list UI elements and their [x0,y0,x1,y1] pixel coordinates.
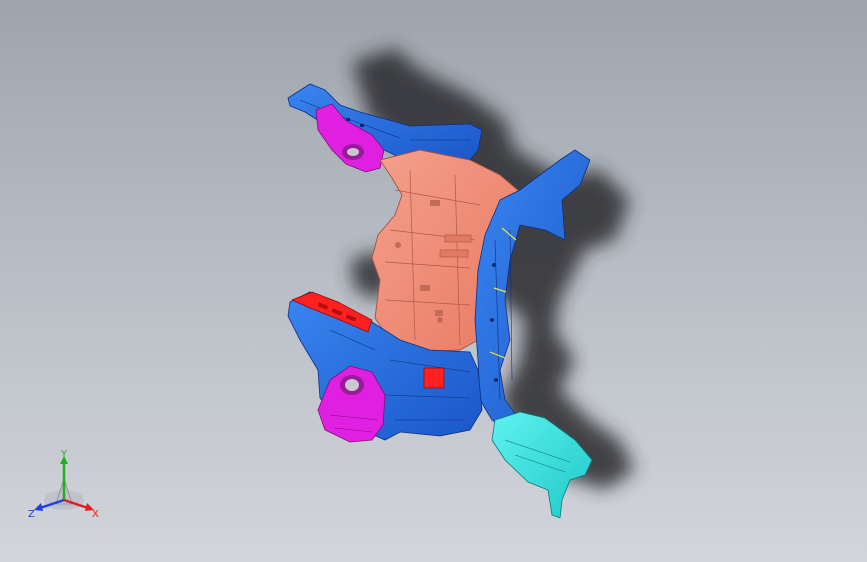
y-axis-label: Y [60,449,68,460]
z-axis-label: Z [28,509,35,520]
coordinate-triad: Y X Z [28,449,99,520]
3d-viewport[interactable] [0,0,867,562]
x-axis-label: X [92,509,99,520]
